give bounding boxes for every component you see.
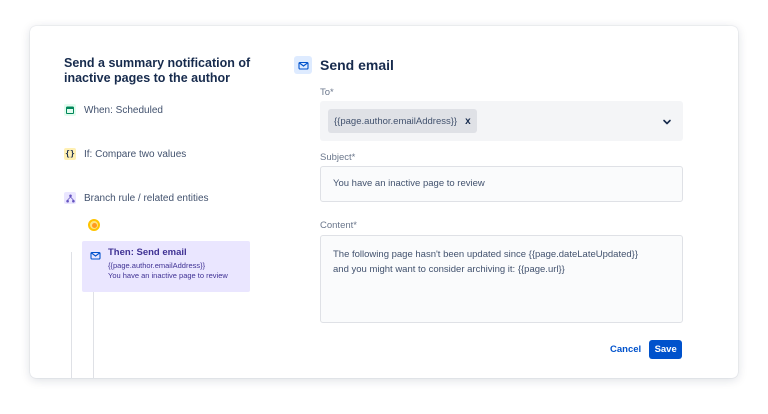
mail-icon bbox=[294, 56, 312, 74]
calendar-icon bbox=[64, 104, 76, 116]
save-button[interactable]: Save bbox=[649, 340, 683, 359]
content-textarea[interactable]: The following page hasn't been updated s… bbox=[320, 235, 683, 323]
cancel-button[interactable]: Cancel bbox=[610, 344, 641, 355]
rule-title: Send a summary notification of inactive … bbox=[64, 56, 251, 85]
step-branch-rule[interactable]: Branch rule / related entities bbox=[64, 192, 209, 204]
recipient-chip[interactable]: {{page.author.emailAddress}} x bbox=[328, 109, 477, 133]
to-label: To* bbox=[320, 87, 334, 98]
then-step-subject: You have an inactive page to review bbox=[108, 271, 228, 280]
step-if-compare[interactable]: {} If: Compare two values bbox=[64, 148, 186, 160]
step-then-send-email[interactable]: Then: Send email {{page.author.emailAddr… bbox=[82, 241, 250, 292]
branch-icon bbox=[64, 192, 76, 204]
form-header: Send email bbox=[294, 56, 394, 74]
braces-icon: {} bbox=[64, 148, 76, 160]
subject-label: Subject* bbox=[320, 152, 356, 163]
content-line-2: and you might want to consider archiving… bbox=[333, 264, 565, 275]
step-when-scheduled[interactable]: When: Scheduled bbox=[64, 104, 163, 116]
then-step-recipient: {{page.author.emailAddress}} bbox=[108, 261, 206, 270]
then-step-title: Then: Send email bbox=[108, 247, 187, 258]
to-field[interactable]: {{page.author.emailAddress}} x bbox=[320, 101, 683, 141]
branch-connector-line bbox=[93, 290, 94, 378]
chevron-down-icon[interactable] bbox=[661, 115, 673, 127]
step-when-label: When: Scheduled bbox=[84, 104, 163, 116]
step-branch-label: Branch rule / related entities bbox=[84, 192, 209, 204]
subject-input[interactable]: You have an inactive page to review bbox=[320, 166, 683, 202]
step-if-label: If: Compare two values bbox=[84, 148, 187, 160]
branch-node-dot[interactable] bbox=[88, 219, 100, 231]
recipient-chip-text: {{page.author.emailAddress}} bbox=[334, 115, 458, 127]
content-label: Content* bbox=[320, 220, 357, 231]
content-line-1: The following page hasn't been updated s… bbox=[333, 249, 639, 260]
form-actions: Cancel Save bbox=[610, 340, 683, 359]
form-title: Send email bbox=[320, 57, 394, 73]
rule-editor-card: Send a summary notification of inactive … bbox=[30, 26, 738, 378]
flow-connector-line bbox=[71, 252, 72, 378]
remove-recipient-button[interactable]: x bbox=[465, 116, 471, 127]
mail-icon bbox=[90, 248, 101, 260]
